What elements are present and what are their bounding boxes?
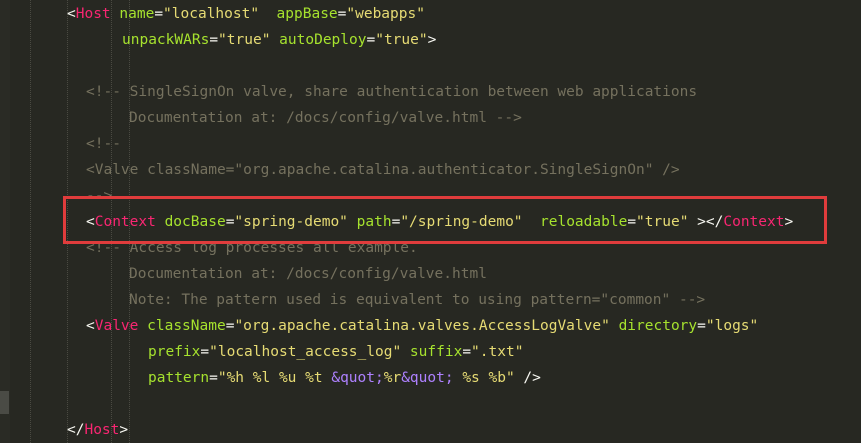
code-line[interactable]: prefix="localhost_access_log" suffix=".t… xyxy=(148,339,523,365)
highlight-box xyxy=(63,196,827,244)
comment-token: Note: The pattern used is equivalent to … xyxy=(129,292,706,308)
string-token: "logs" xyxy=(705,318,759,334)
comment-token: <Valve className="org.apache.catalina.au… xyxy=(86,162,680,178)
comment-token: Documentation at: /docs/config/valve.htm… xyxy=(129,110,522,126)
code-line[interactable]: <Host name="localhost" appBase="webapps" xyxy=(67,1,425,27)
punctuation-token xyxy=(401,344,410,360)
code-line[interactable]: <Valve className="org.apache.catalina.au… xyxy=(86,157,680,183)
punctuation-token: = xyxy=(366,32,376,48)
string-token: "true" xyxy=(218,32,271,48)
code-line[interactable]: <!-- xyxy=(86,131,121,157)
punctuation-token: = xyxy=(209,32,219,48)
attribute-token: suffix xyxy=(409,344,463,360)
code-line[interactable]: <!-- SingleSignOn valve, share authentic… xyxy=(86,79,697,105)
tag-token: Host xyxy=(84,422,120,438)
punctuation-token xyxy=(138,318,147,334)
attribute-token: prefix xyxy=(148,344,201,360)
string-token: "org.apache.catalina.valves.AccessLogVal… xyxy=(234,318,610,334)
punctuation-token: < xyxy=(67,6,76,22)
code-line[interactable]: Documentation at: /docs/config/valve.htm… xyxy=(129,105,522,131)
string-token: %s %b" xyxy=(453,370,515,386)
punctuation-token xyxy=(610,318,619,334)
string-token: %r xyxy=(383,370,402,386)
string-token: ".txt" xyxy=(471,344,524,360)
string-token: "localhost_access_log" xyxy=(209,344,402,360)
punctuation-token: /> xyxy=(514,370,541,386)
attribute-token: pattern xyxy=(148,370,210,386)
punctuation-token: < xyxy=(86,318,95,334)
attribute-token: name xyxy=(119,6,155,22)
code-line[interactable]: <Valve className = "org.apache.catalina.va… xyxy=(86,313,758,339)
string-token: "webapps" xyxy=(346,6,425,22)
attribute-token: directory xyxy=(618,318,698,334)
punctuation-token: = xyxy=(462,344,472,360)
attribute-token: unpackWARs xyxy=(122,32,210,48)
tag-token: Valve xyxy=(94,318,139,334)
code-line[interactable]: Documentation at: /docs/config/valve.htm… xyxy=(129,261,487,287)
punctuation-token: = xyxy=(200,344,210,360)
comment-token: Documentation at: /docs/config/valve.htm… xyxy=(129,266,487,282)
punctuation-token: > xyxy=(427,32,437,48)
string-token: "true" xyxy=(375,32,428,48)
punctuation-token xyxy=(270,32,279,48)
punctuation-token: = xyxy=(697,318,706,334)
attribute-token: className xyxy=(147,318,226,334)
code-line[interactable]: Note: The pattern used is equivalent to … xyxy=(129,287,705,313)
code-line[interactable]: unpackWARs="true" autoDeploy="true"> xyxy=(122,27,436,53)
code-line[interactable]: </Host> xyxy=(67,417,128,443)
code-line[interactable]: pattern="%h %l %u %t &quot;%r&quot; %s %… xyxy=(148,365,541,391)
entity-token: &quot; xyxy=(331,370,384,386)
punctuation-token: </ xyxy=(67,422,85,438)
punctuation-token: = xyxy=(154,6,164,22)
attribute-token: autoDeploy xyxy=(279,32,367,48)
string-token: "localhost" xyxy=(163,6,260,22)
comment-token: <!-- SingleSignOn valve, share authentic… xyxy=(86,84,698,100)
punctuation-token xyxy=(259,6,276,22)
string-token: "%h %l %u %t xyxy=(217,370,332,386)
tag-token: Host xyxy=(75,6,111,22)
punctuation-token: > xyxy=(119,422,129,438)
punctuation-token: = xyxy=(209,370,218,386)
entity-token: &quot; xyxy=(401,370,454,386)
comment-token: <!-- xyxy=(86,136,121,152)
attribute-token: appBase xyxy=(276,6,338,22)
